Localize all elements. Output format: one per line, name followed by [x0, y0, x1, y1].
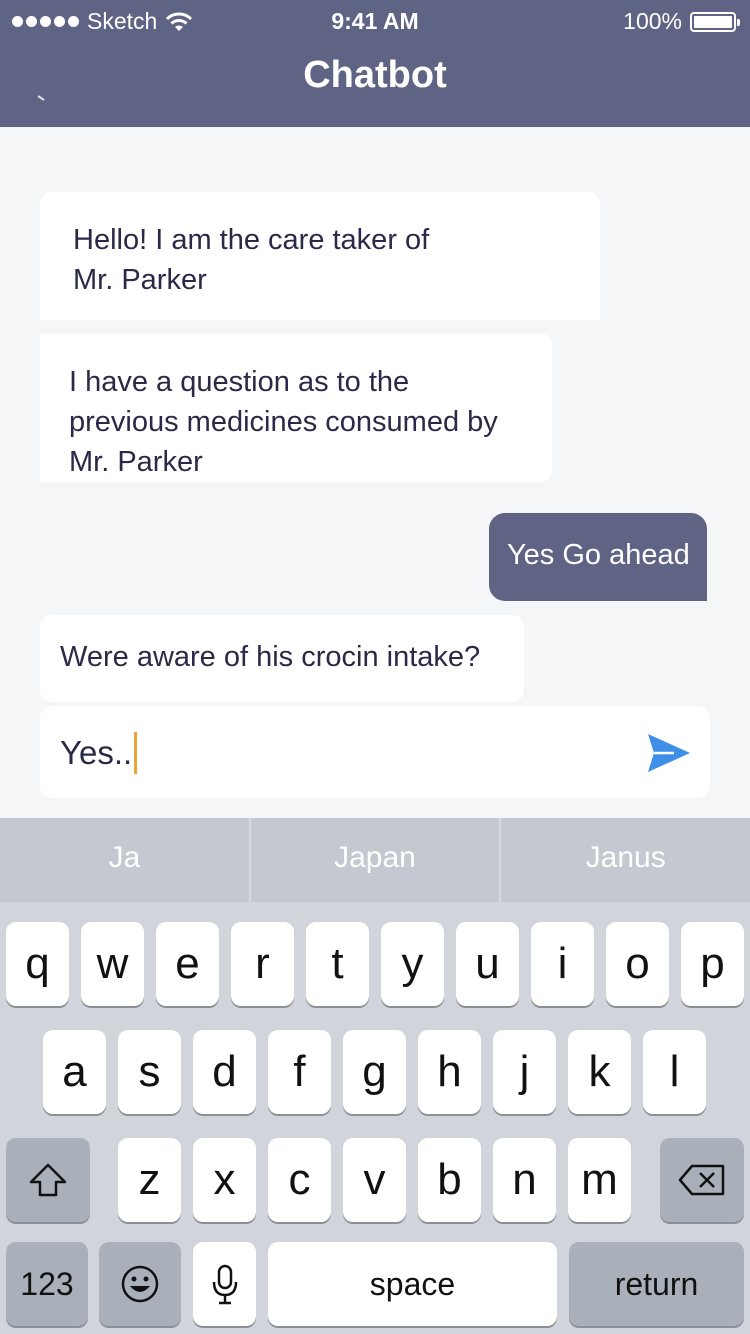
key-o[interactable]: o — [606, 922, 669, 1006]
key-w[interactable]: w — [81, 922, 144, 1006]
message-text: Were aware of his crocin intake? — [60, 641, 481, 673]
shift-key[interactable] — [6, 1138, 90, 1222]
key-z[interactable]: z — [118, 1138, 181, 1222]
key-m[interactable]: m — [568, 1138, 631, 1222]
suggestion-item[interactable]: Janus — [501, 818, 750, 902]
key-l[interactable]: l — [643, 1030, 706, 1114]
predictive-bar: Ja Japan Janus — [0, 818, 750, 902]
shift-icon — [29, 1163, 67, 1197]
message-input[interactable]: Yes.. — [40, 706, 710, 798]
key-d[interactable]: d — [193, 1030, 256, 1114]
message-text: I have a question as to the previous med… — [69, 366, 498, 478]
key-h[interactable]: h — [418, 1030, 481, 1114]
key-q[interactable]: q — [6, 922, 69, 1006]
key-u[interactable]: u — [456, 922, 519, 1006]
numbers-key[interactable]: 123 — [6, 1242, 88, 1326]
key-i[interactable]: i — [531, 922, 594, 1006]
status-right: 100% — [623, 8, 740, 35]
suggestion-item[interactable]: Ja — [0, 818, 251, 902]
bot-message: Hello! I am the care taker of Mr. Parker — [40, 192, 600, 320]
battery-percent: 100% — [623, 8, 682, 34]
backspace-icon — [678, 1164, 725, 1196]
key-y[interactable]: y — [381, 922, 444, 1006]
key-r[interactable]: r — [231, 922, 294, 1006]
return-key[interactable]: return — [569, 1242, 744, 1326]
key-s[interactable]: s — [118, 1030, 181, 1114]
bot-message: I have a question as to the previous med… — [40, 334, 552, 482]
key-x[interactable]: x — [193, 1138, 256, 1222]
key-c[interactable]: c — [268, 1138, 331, 1222]
page-title: Chatbot — [303, 54, 447, 96]
input-value: Yes.. — [60, 734, 133, 771]
send-icon[interactable] — [644, 730, 694, 776]
keyboard: q w e r t y u i o p a s d f g h j k l z … — [0, 902, 750, 1334]
user-message: Yes Go ahead — [489, 513, 707, 601]
dictation-key[interactable] — [193, 1242, 256, 1326]
message-text: Hello! I am the care taker of Mr. Parker — [73, 224, 430, 296]
key-j[interactable]: j — [493, 1030, 556, 1114]
emoji-key[interactable] — [99, 1242, 181, 1326]
key-e[interactable]: e — [156, 922, 219, 1006]
key-g[interactable]: g — [343, 1030, 406, 1114]
key-p[interactable]: p — [681, 922, 744, 1006]
key-f[interactable]: f — [268, 1030, 331, 1114]
battery-icon — [690, 11, 740, 32]
key-v[interactable]: v — [343, 1138, 406, 1222]
message-text: Yes Go ahead — [507, 539, 690, 571]
nav-bar: Sketch 9:41 AM 100% Chatbot — [0, 0, 750, 127]
status-bar: Sketch 9:41 AM 100% — [0, 0, 750, 40]
suggestion-item[interactable]: Japan — [251, 818, 502, 902]
space-key[interactable]: space — [268, 1242, 557, 1326]
bot-message: Were aware of his crocin intake? — [40, 615, 524, 702]
key-n[interactable]: n — [493, 1138, 556, 1222]
key-k[interactable]: k — [568, 1030, 631, 1114]
key-t[interactable]: t — [306, 922, 369, 1006]
emoji-icon — [121, 1265, 159, 1303]
key-a[interactable]: a — [43, 1030, 106, 1114]
microphone-icon — [212, 1264, 237, 1305]
key-b[interactable]: b — [418, 1138, 481, 1222]
delete-key[interactable] — [660, 1138, 744, 1222]
text-caret — [134, 732, 138, 774]
message-input-field[interactable]: Yes.. — [60, 732, 138, 774]
